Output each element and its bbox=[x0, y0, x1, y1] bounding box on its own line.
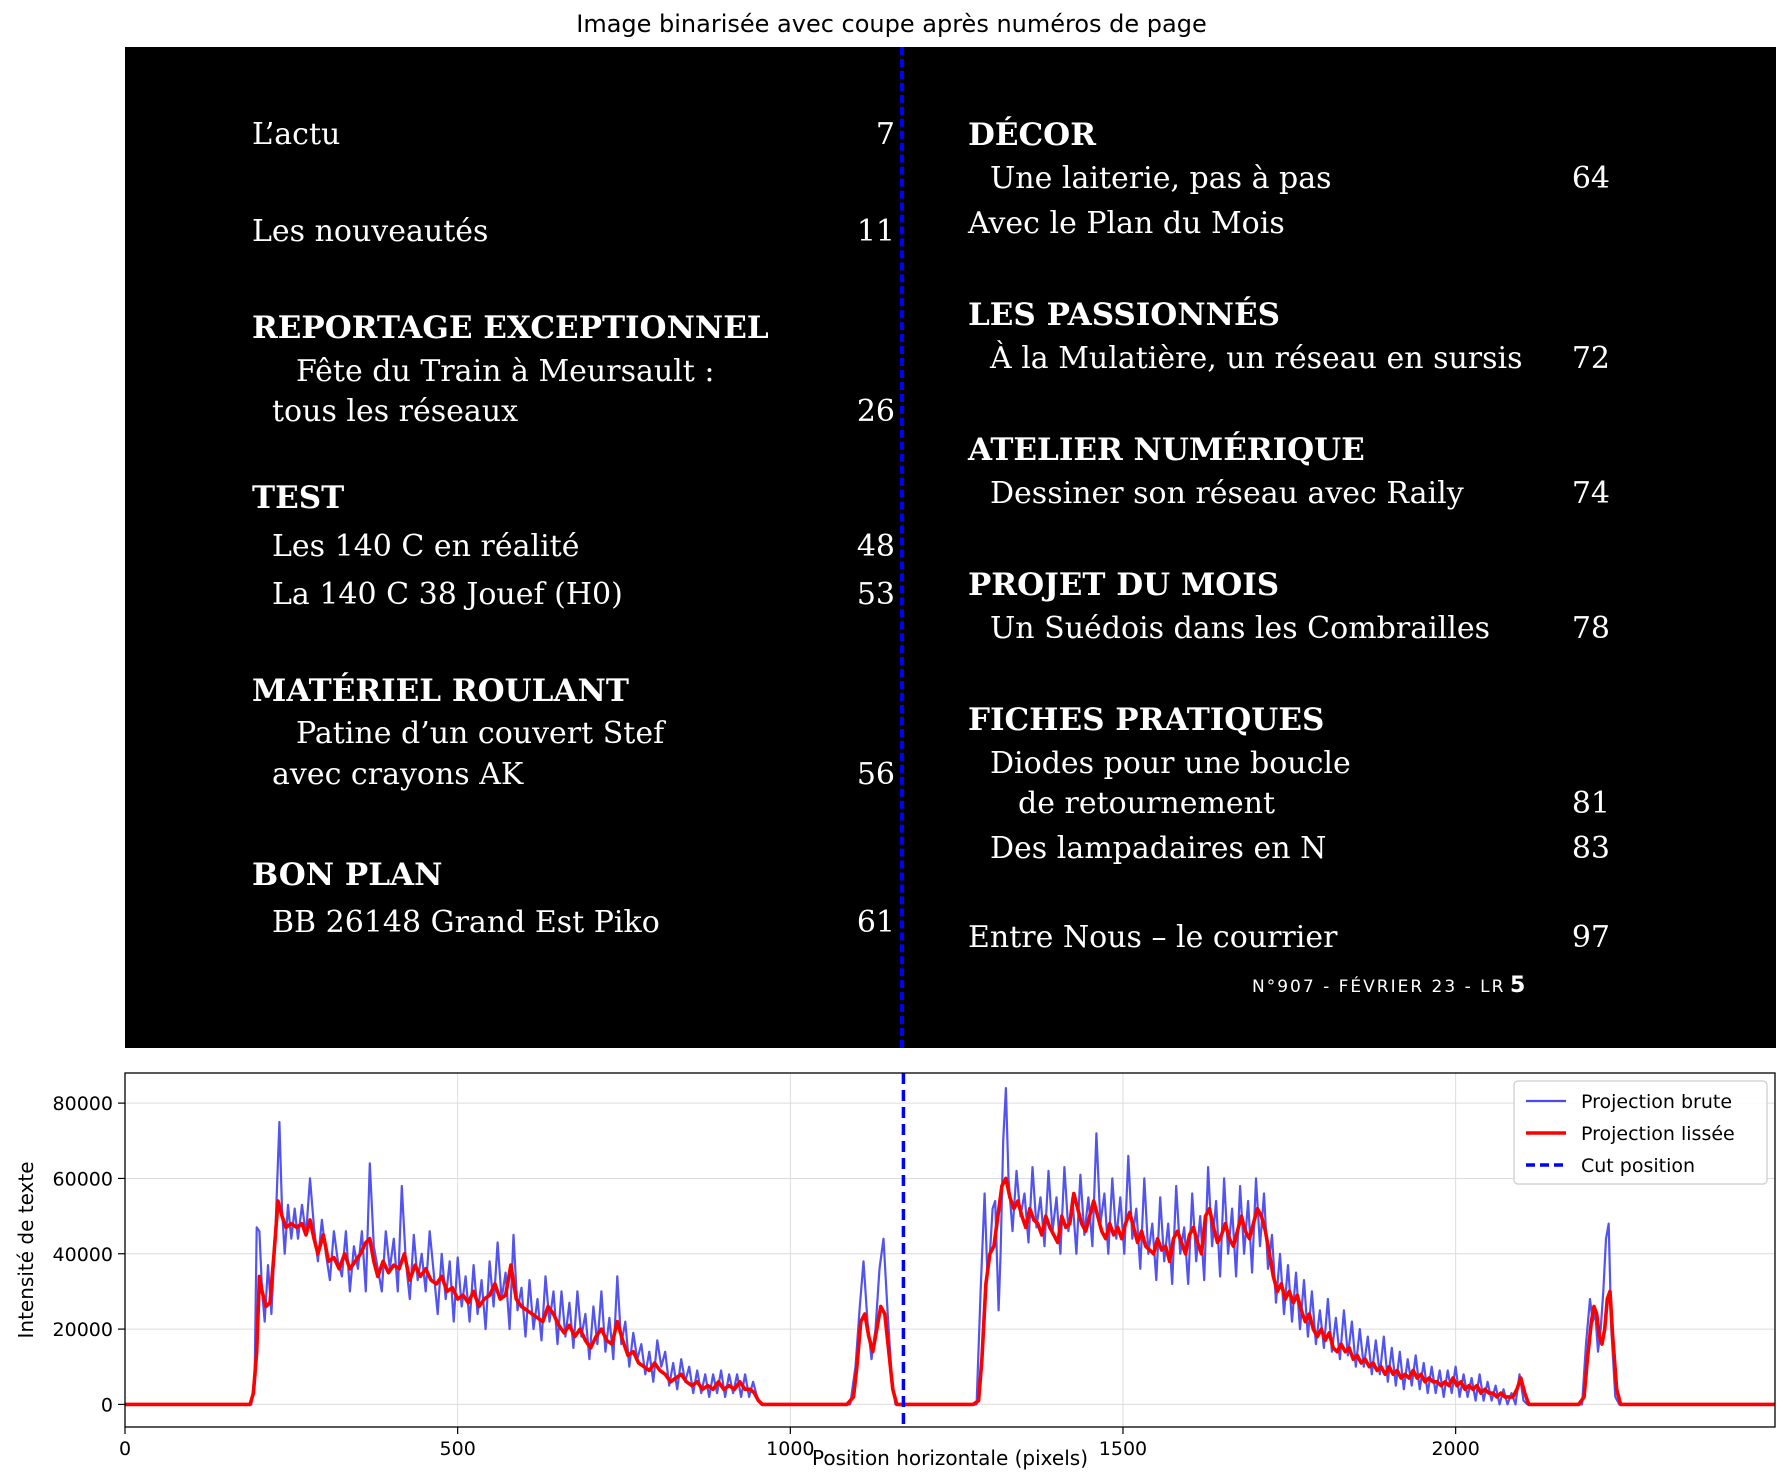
y-tick-label-0: 0 bbox=[101, 1394, 113, 1416]
x-tick-label-0: 0 bbox=[119, 1438, 131, 1460]
x-tick-label-4: 2000 bbox=[1431, 1438, 1479, 1460]
legend-label-1: Projection lissée bbox=[1581, 1123, 1735, 1145]
y-axis-label: Intensité de texte bbox=[14, 1161, 38, 1338]
y-tick-label-4: 80000 bbox=[53, 1093, 113, 1115]
y-tick-label-2: 40000 bbox=[53, 1244, 113, 1266]
y-tick-label-1: 20000 bbox=[53, 1319, 113, 1341]
y-tick-label-3: 60000 bbox=[53, 1168, 113, 1190]
legend-label-2: Cut position bbox=[1581, 1155, 1695, 1177]
x-tick-label-3: 1500 bbox=[1099, 1438, 1147, 1460]
legend-label-0: Projection brute bbox=[1581, 1091, 1732, 1113]
x-tick-label-1: 500 bbox=[440, 1438, 476, 1460]
x-axis-label: Position horizontale (pixels) bbox=[812, 1446, 1088, 1470]
x-tick-label-2: 1000 bbox=[766, 1438, 814, 1460]
projection-chart: 0 500 1000 1500 2000020000400006000080000Pos… bbox=[14, 1072, 1776, 1470]
